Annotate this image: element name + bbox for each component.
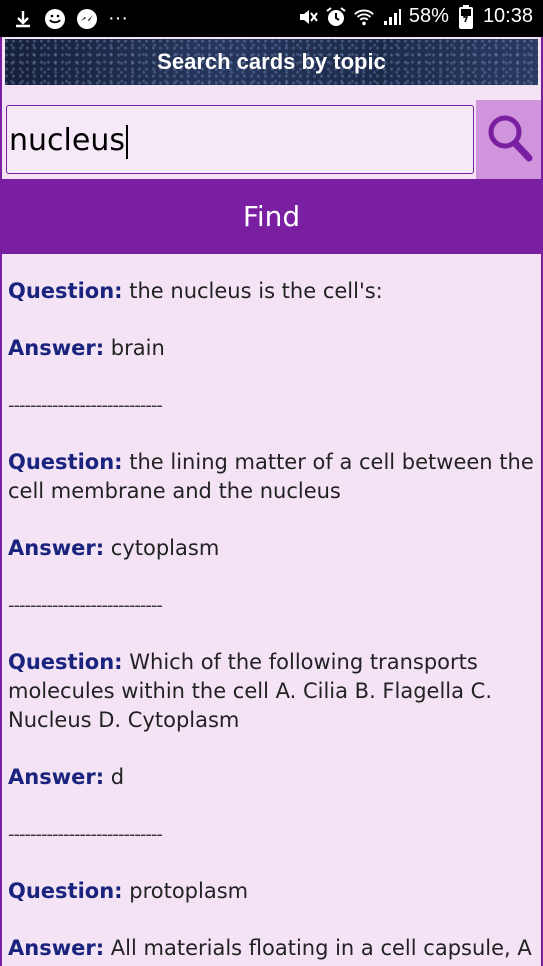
text-cursor <box>125 124 128 159</box>
answer-label: Answer: <box>8 765 105 789</box>
answer-line: Answer: All materials floating in a cell… <box>8 934 536 963</box>
answer-text: cytoplasm <box>110 536 220 560</box>
page-title: Search cards by topic <box>157 49 386 74</box>
messenger-icon <box>76 8 98 30</box>
answer-text: brain <box>110 336 165 360</box>
answer-line: Answer: d <box>8 763 536 792</box>
question-line: Question: the nucleus is the cell's: <box>8 277 536 306</box>
result-item: Question: Which of the following transpo… <box>8 648 536 877</box>
question-label: Question: <box>8 650 123 674</box>
battery-percent: 58% <box>408 5 449 27</box>
answer-line: Answer: cytoplasm <box>8 534 536 563</box>
separator: ---------------------------- <box>8 395 163 416</box>
search-row: nucleus <box>2 100 541 179</box>
answer-line: Answer: brain <box>8 334 536 363</box>
download-icon <box>12 8 34 30</box>
question-label: Question: <box>8 450 123 474</box>
results-list: Question: the nucleus is the cell's: Ans… <box>8 277 536 963</box>
question-line: Question: protoplasm <box>8 877 536 906</box>
question-line: Question: the lining matter of a cell be… <box>8 448 536 506</box>
find-button-label: Find <box>242 200 301 233</box>
search-input-value: nucleus <box>9 123 125 158</box>
answer-label: Answer: <box>8 536 105 560</box>
find-button[interactable]: Find <box>2 179 541 254</box>
answer-label: Answer: <box>8 336 105 360</box>
search-icon <box>485 112 533 168</box>
search-button[interactable] <box>476 100 541 179</box>
question-label: Question: <box>8 879 123 903</box>
separator: ---------------------------- <box>8 824 163 845</box>
result-item: Question: the lining matter of a cell be… <box>8 448 536 648</box>
title-bar: Search cards by topic <box>5 39 538 85</box>
result-item: Question: protoplasm Answer: All materia… <box>8 877 536 963</box>
signal-icon <box>381 6 403 28</box>
question-label: Question: <box>8 279 123 303</box>
clock: 10:38 <box>482 5 533 27</box>
question-text: protoplasm <box>129 879 249 903</box>
mute-icon <box>297 6 319 28</box>
question-line: Question: Which of the following transpo… <box>8 648 536 735</box>
result-item: Question: the nucleus is the cell's: Ans… <box>8 277 536 448</box>
answer-text: All materials floating in a cell capsule… <box>110 936 532 960</box>
search-input[interactable]: nucleus <box>6 105 474 174</box>
alarm-icon <box>325 6 347 28</box>
wifi-icon <box>353 6 375 28</box>
answer-text: d <box>110 765 125 789</box>
question-text: the nucleus is the cell's: <box>129 279 383 303</box>
more-notifications-icon: ··· <box>108 7 128 29</box>
status-bar: ··· 58% 10:38 <box>0 0 543 37</box>
answer-label: Answer: <box>8 936 105 960</box>
battery-charging-icon <box>455 4 477 29</box>
messenger-face-icon <box>44 8 66 30</box>
app-window: Search cards by topic nucleus Find Quest… <box>0 37 543 966</box>
separator: ---------------------------- <box>8 595 163 616</box>
